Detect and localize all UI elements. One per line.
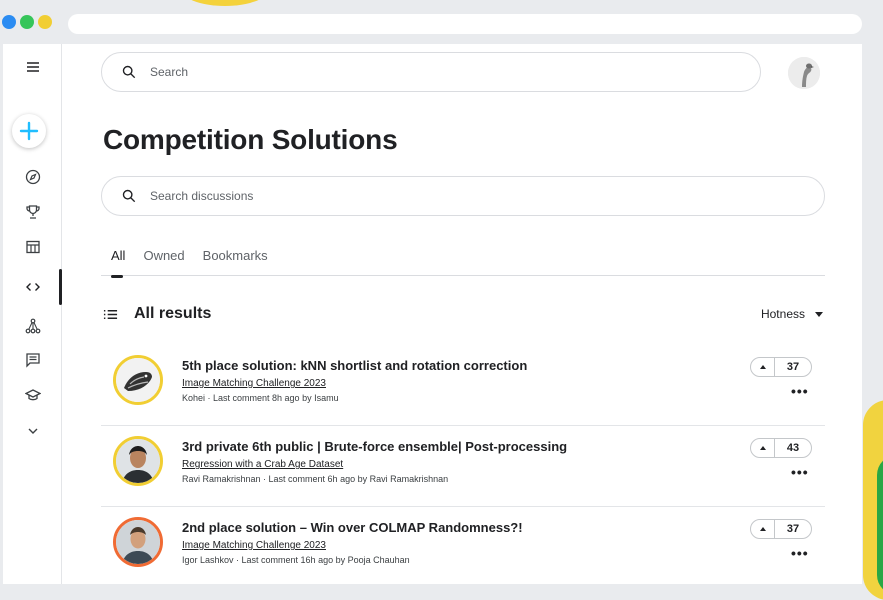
- table-icon: [25, 240, 40, 254]
- caret-down-icon: [815, 311, 823, 317]
- author-avatar[interactable]: [113, 355, 163, 405]
- tab-bookmarks[interactable]: Bookmarks: [203, 248, 268, 276]
- chevron-down-icon: [28, 428, 37, 434]
- upvote-button[interactable]: 37: [750, 357, 812, 377]
- topic-title[interactable]: 2nd place solution – Win over COLMAP Ran…: [182, 520, 523, 535]
- avatar-image: [116, 358, 160, 402]
- upvote-button[interactable]: 37: [750, 519, 812, 539]
- more-options-icon[interactable]: •••: [791, 464, 809, 480]
- sidebar-item-code[interactable]: [3, 273, 62, 301]
- page-title: Competition Solutions: [103, 124, 398, 155]
- sidebar-item-competitions[interactable]: [3, 198, 62, 226]
- sidebar: [3, 44, 62, 584]
- menu-button[interactable]: [3, 53, 62, 81]
- discussion-search-placeholder: Search discussions: [150, 189, 254, 203]
- results-title: All results: [134, 305, 212, 322]
- vote-count: 43: [786, 442, 800, 454]
- search-input[interactable]: Search: [101, 52, 761, 92]
- competition-link[interactable]: Image Matching Challenge 2023: [182, 378, 326, 389]
- code-icon: [25, 283, 40, 291]
- upvote-button[interactable]: 43: [750, 438, 812, 458]
- sort-dropdown[interactable]: Hotness: [761, 307, 823, 321]
- search-icon: [122, 189, 136, 203]
- plus-icon: [19, 121, 39, 141]
- address-bar[interactable]: [68, 14, 862, 34]
- topic-meta: Igor Lashkov · Last comment 16h ago by P…: [182, 555, 410, 565]
- browser-titlebar: [0, 0, 883, 44]
- upvote-arrow-icon[interactable]: [751, 358, 775, 376]
- filter-tabs: All Owned Bookmarks: [101, 248, 825, 278]
- sidebar-item-datasets[interactable]: [3, 233, 62, 261]
- author-avatar[interactable]: [113, 436, 163, 486]
- sidebar-item-discussions[interactable]: [3, 346, 62, 374]
- sort-label: Hotness: [760, 307, 805, 321]
- decorative-shape: [877, 455, 883, 595]
- search-placeholder: Search: [150, 65, 189, 79]
- avatar-image: [116, 439, 160, 483]
- close-dot[interactable]: [2, 15, 16, 29]
- topic-meta: Ravi Ramakrishnan · Last comment 6h ago …: [182, 474, 449, 484]
- minimize-dot[interactable]: [20, 15, 34, 29]
- competition-link[interactable]: Image Matching Challenge 2023: [182, 540, 326, 551]
- list-item[interactable]: 3rd private 6th public | Brute-force ens…: [101, 426, 825, 507]
- topic-title[interactable]: 3rd private 6th public | Brute-force ens…: [182, 439, 567, 454]
- discussion-search-input[interactable]: Search discussions: [101, 176, 825, 216]
- avatar-image: [116, 520, 160, 564]
- topic-title[interactable]: 5th place solution: kNN shortlist and ro…: [182, 358, 527, 373]
- sidebar-item-learn[interactable]: [3, 381, 62, 409]
- menu-icon: [26, 62, 39, 72]
- discussion-icon: [25, 353, 40, 368]
- maximize-dot[interactable]: [38, 15, 52, 29]
- list-icon: [103, 309, 118, 319]
- models-icon: [25, 318, 40, 334]
- topic-meta: Kohei · Last comment 8h ago by Isamu: [182, 393, 339, 403]
- list-item[interactable]: 5th place solution: kNN shortlist and ro…: [101, 345, 825, 426]
- results-header: All results Hotness: [103, 302, 823, 326]
- compass-icon: [25, 169, 40, 185]
- sidebar-more-button[interactable]: [3, 417, 62, 445]
- vote-count: 37: [786, 523, 800, 535]
- trophy-icon: [25, 205, 40, 219]
- more-options-icon[interactable]: •••: [791, 545, 809, 561]
- avatar[interactable]: [788, 57, 820, 89]
- window-controls: [2, 15, 52, 29]
- list-item[interactable]: 2nd place solution – Win over COLMAP Ran…: [101, 507, 825, 588]
- sidebar-item-models[interactable]: [3, 312, 62, 340]
- tab-owned[interactable]: Owned: [143, 248, 184, 276]
- competition-link[interactable]: Regression with a Crab Age Dataset: [182, 459, 343, 470]
- search-icon: [122, 65, 136, 79]
- avatar-image: [788, 57, 820, 89]
- vote-count: 37: [786, 361, 800, 373]
- active-indicator: [59, 269, 62, 305]
- author-avatar[interactable]: [113, 517, 163, 567]
- app-window: Search Competition Solutions Search disc…: [3, 44, 862, 584]
- tab-all[interactable]: All: [111, 248, 125, 278]
- more-options-icon[interactable]: •••: [791, 383, 809, 399]
- upvote-arrow-icon[interactable]: [751, 520, 775, 538]
- upvote-arrow-icon[interactable]: [751, 439, 775, 457]
- sidebar-item-explore[interactable]: [3, 163, 62, 191]
- create-button[interactable]: [12, 114, 46, 148]
- main-content: Search Competition Solutions Search disc…: [63, 44, 862, 584]
- learn-icon: [24, 389, 41, 401]
